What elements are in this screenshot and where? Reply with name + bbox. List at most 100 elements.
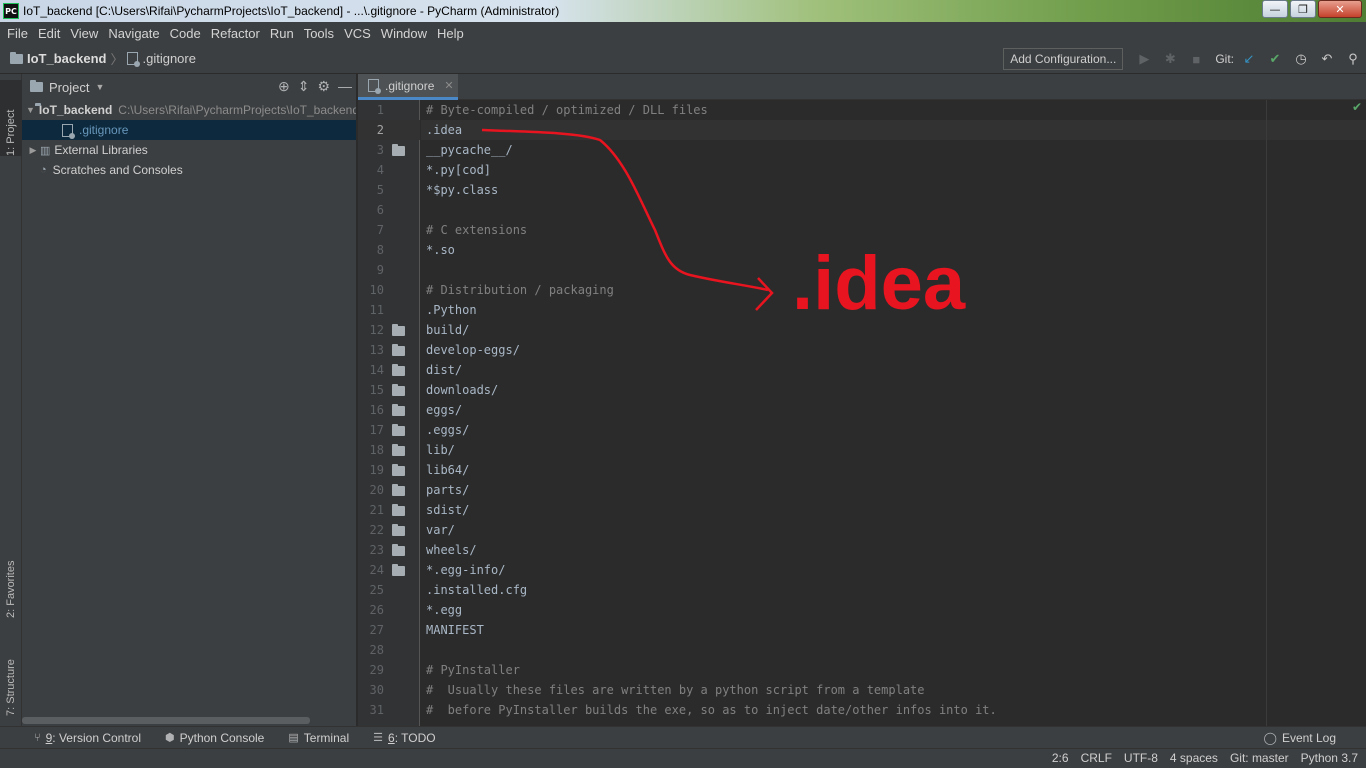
line-number: 21 xyxy=(369,503,384,517)
menu-view[interactable]: View xyxy=(65,26,103,41)
breadcrumb: IoT_backend 〉 .gitignore xyxy=(0,49,196,68)
code-line[interactable]: lib/ xyxy=(426,440,455,460)
close-tab-icon[interactable]: ✕ xyxy=(444,79,453,92)
menu-help[interactable]: Help xyxy=(432,26,469,41)
git-branch[interactable]: Git: master xyxy=(1230,751,1289,765)
code-line[interactable]: var/ xyxy=(426,520,455,540)
expand-arrow-icon[interactable]: ▶ xyxy=(26,145,40,156)
code-line[interactable]: sdist/ xyxy=(426,500,469,520)
folder-icon xyxy=(392,524,405,536)
collapse-all-icon[interactable]: ⇕ xyxy=(298,78,310,95)
code-line[interactable]: parts/ xyxy=(426,480,469,500)
code-line[interactable]: wheels/ xyxy=(426,540,477,560)
code-line[interactable]: lib64/ xyxy=(426,460,469,480)
tool-python-console[interactable]: ⬢ Python Console xyxy=(153,731,276,745)
code-line[interactable]: develop-eggs/ xyxy=(426,340,520,360)
line-number: 23 xyxy=(369,543,384,557)
caret-position[interactable]: 2:6 xyxy=(1052,751,1069,765)
git-update-icon[interactable]: ↙ xyxy=(1236,49,1262,69)
add-configuration-button[interactable]: Add Configuration... xyxy=(1003,48,1124,70)
breadcrumb-file[interactable]: .gitignore xyxy=(142,51,195,66)
code-line[interactable]: MANIFEST xyxy=(426,620,484,640)
line-number: 14 xyxy=(369,363,384,377)
tab-structure[interactable]: 7: Structure xyxy=(0,636,22,716)
tree-item-gitignore[interactable]: .gitignore xyxy=(22,120,356,140)
expand-arrow-icon[interactable]: ▼ xyxy=(26,105,35,115)
tab-project[interactable]: 1: Project xyxy=(0,80,22,156)
menu-window[interactable]: Window xyxy=(376,26,432,41)
code-line[interactable]: eggs/ xyxy=(426,400,462,420)
tool-todo[interactable]: ☰ 6: TODO xyxy=(361,731,447,745)
code-line[interactable]: # Usually these files are written by a p… xyxy=(426,680,925,700)
code-line[interactable]: dist/ xyxy=(426,360,462,380)
git-label: Git: xyxy=(1215,52,1234,66)
menu-code[interactable]: Code xyxy=(165,26,206,41)
breadcrumb-project[interactable]: IoT_backend xyxy=(27,51,106,66)
folder-icon xyxy=(392,564,405,576)
line-number: 1 xyxy=(376,103,384,117)
tree-root[interactable]: ▼ IoT_backend C:\Users\Rifai\PycharmProj… xyxy=(22,100,356,120)
event-log-button[interactable]: ◯ Event Log xyxy=(1264,731,1336,745)
code-line[interactable]: build/ xyxy=(426,320,469,340)
code-line[interactable]: *.so xyxy=(426,240,455,260)
hide-icon[interactable]: — xyxy=(338,78,352,95)
minimize-button[interactable]: — xyxy=(1262,0,1288,18)
current-line-highlight xyxy=(421,120,1366,140)
project-panel-header: Project ▼ ⊕ ⇕ ⚙ — xyxy=(22,74,356,100)
menu-run[interactable]: Run xyxy=(265,26,299,41)
code-editor[interactable] xyxy=(421,100,1366,726)
git-history-icon[interactable]: ◷ xyxy=(1288,49,1314,69)
horizontal-scrollbar[interactable] xyxy=(22,717,310,724)
line-separator[interactable]: CRLF xyxy=(1081,751,1112,765)
code-line[interactable]: # before PyInstaller builds the exe, so … xyxy=(426,700,997,720)
folder-icon xyxy=(392,364,405,376)
menu-navigate[interactable]: Navigate xyxy=(103,26,164,41)
code-line[interactable]: .installed.cfg xyxy=(426,580,527,600)
code-line[interactable]: .idea xyxy=(426,120,462,140)
project-view-selector[interactable]: Project xyxy=(49,80,89,95)
line-number: 12 xyxy=(369,323,384,337)
code-line[interactable]: # Distribution / packaging xyxy=(426,280,614,300)
code-line[interactable]: # Byte-compiled / optimized / DLL files xyxy=(426,100,708,120)
tab-gitignore[interactable]: .gitignore ✕ xyxy=(358,74,458,100)
tool-version-control[interactable]: ⑂ 9: Version Control xyxy=(0,731,153,745)
menu-tools[interactable]: Tools xyxy=(299,26,339,41)
tab-favorites[interactable]: 2: Favorites xyxy=(0,542,22,618)
tool-terminal[interactable]: ▤ Terminal xyxy=(276,731,361,745)
maximize-button[interactable]: ❐ xyxy=(1290,0,1316,18)
menu-vcs[interactable]: VCS xyxy=(339,26,376,41)
stop-icon[interactable]: ■ xyxy=(1183,49,1209,69)
pycharm-logo-icon: PC xyxy=(3,3,19,19)
code-line[interactable]: __pycache__/ xyxy=(426,140,513,160)
chevron-down-icon[interactable]: ▼ xyxy=(95,82,104,92)
python-interpreter[interactable]: Python 3.7 xyxy=(1301,751,1358,765)
breadcrumb-separator-icon: 〉 xyxy=(110,52,124,67)
code-line[interactable]: .eggs/ xyxy=(426,420,469,440)
code-line[interactable]: # C extensions xyxy=(426,220,527,240)
close-button[interactable]: ✕ xyxy=(1318,0,1362,18)
tool-todo-label: 6: TODO xyxy=(388,730,436,745)
code-line[interactable]: # PyInstaller xyxy=(426,660,520,680)
code-line[interactable]: .Python xyxy=(426,300,477,320)
menu-refactor[interactable]: Refactor xyxy=(206,26,265,41)
code-line[interactable]: *.egg xyxy=(426,600,462,620)
navigation-bar: IoT_backend 〉 .gitignore Add Configurati… xyxy=(0,44,1366,74)
code-line[interactable]: downloads/ xyxy=(426,380,498,400)
code-line[interactable]: *.egg-info/ xyxy=(426,560,505,580)
git-commit-icon[interactable]: ✔ xyxy=(1262,49,1288,69)
git-rollback-icon[interactable]: ↶ xyxy=(1314,49,1340,69)
file-encoding[interactable]: UTF-8 xyxy=(1124,751,1158,765)
locate-icon[interactable]: ⊕ xyxy=(278,78,290,95)
code-line[interactable]: *.py[cod] xyxy=(426,160,491,180)
tree-item-scratches[interactable]: ◔ Scratches and Consoles xyxy=(22,160,356,180)
menu-edit[interactable]: Edit xyxy=(33,26,65,41)
code-line[interactable]: *$py.class xyxy=(426,180,498,200)
tree-item-external-libraries[interactable]: ▶ ▥ External Libraries xyxy=(22,140,356,160)
gear-icon[interactable]: ⚙ xyxy=(317,78,330,95)
debug-icon[interactable]: ✱ xyxy=(1157,49,1183,69)
run-icon[interactable]: ▶ xyxy=(1131,49,1157,69)
indent-setting[interactable]: 4 spaces xyxy=(1170,751,1218,765)
menu-file[interactable]: File xyxy=(2,26,33,41)
line-number: 26 xyxy=(369,603,384,617)
search-everywhere-icon[interactable]: ⚲ xyxy=(1340,49,1366,69)
